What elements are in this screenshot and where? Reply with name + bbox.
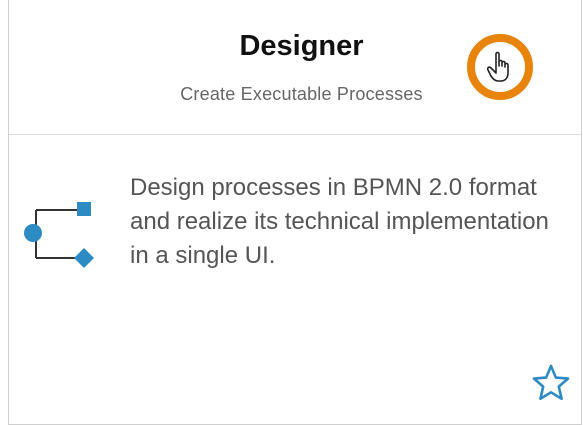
cursor-highlight-ring xyxy=(467,34,533,100)
designer-tile[interactable]: Designer Create Executable Processes Des… xyxy=(8,0,582,425)
tile-body: Design processes in BPMN 2.0 format and … xyxy=(9,135,581,425)
hand-pointer-icon xyxy=(486,51,509,82)
star-outline-icon[interactable] xyxy=(531,363,571,403)
tile-description: Design processes in BPMN 2.0 format and … xyxy=(130,174,549,269)
bpmn-flow-icon xyxy=(24,202,94,268)
